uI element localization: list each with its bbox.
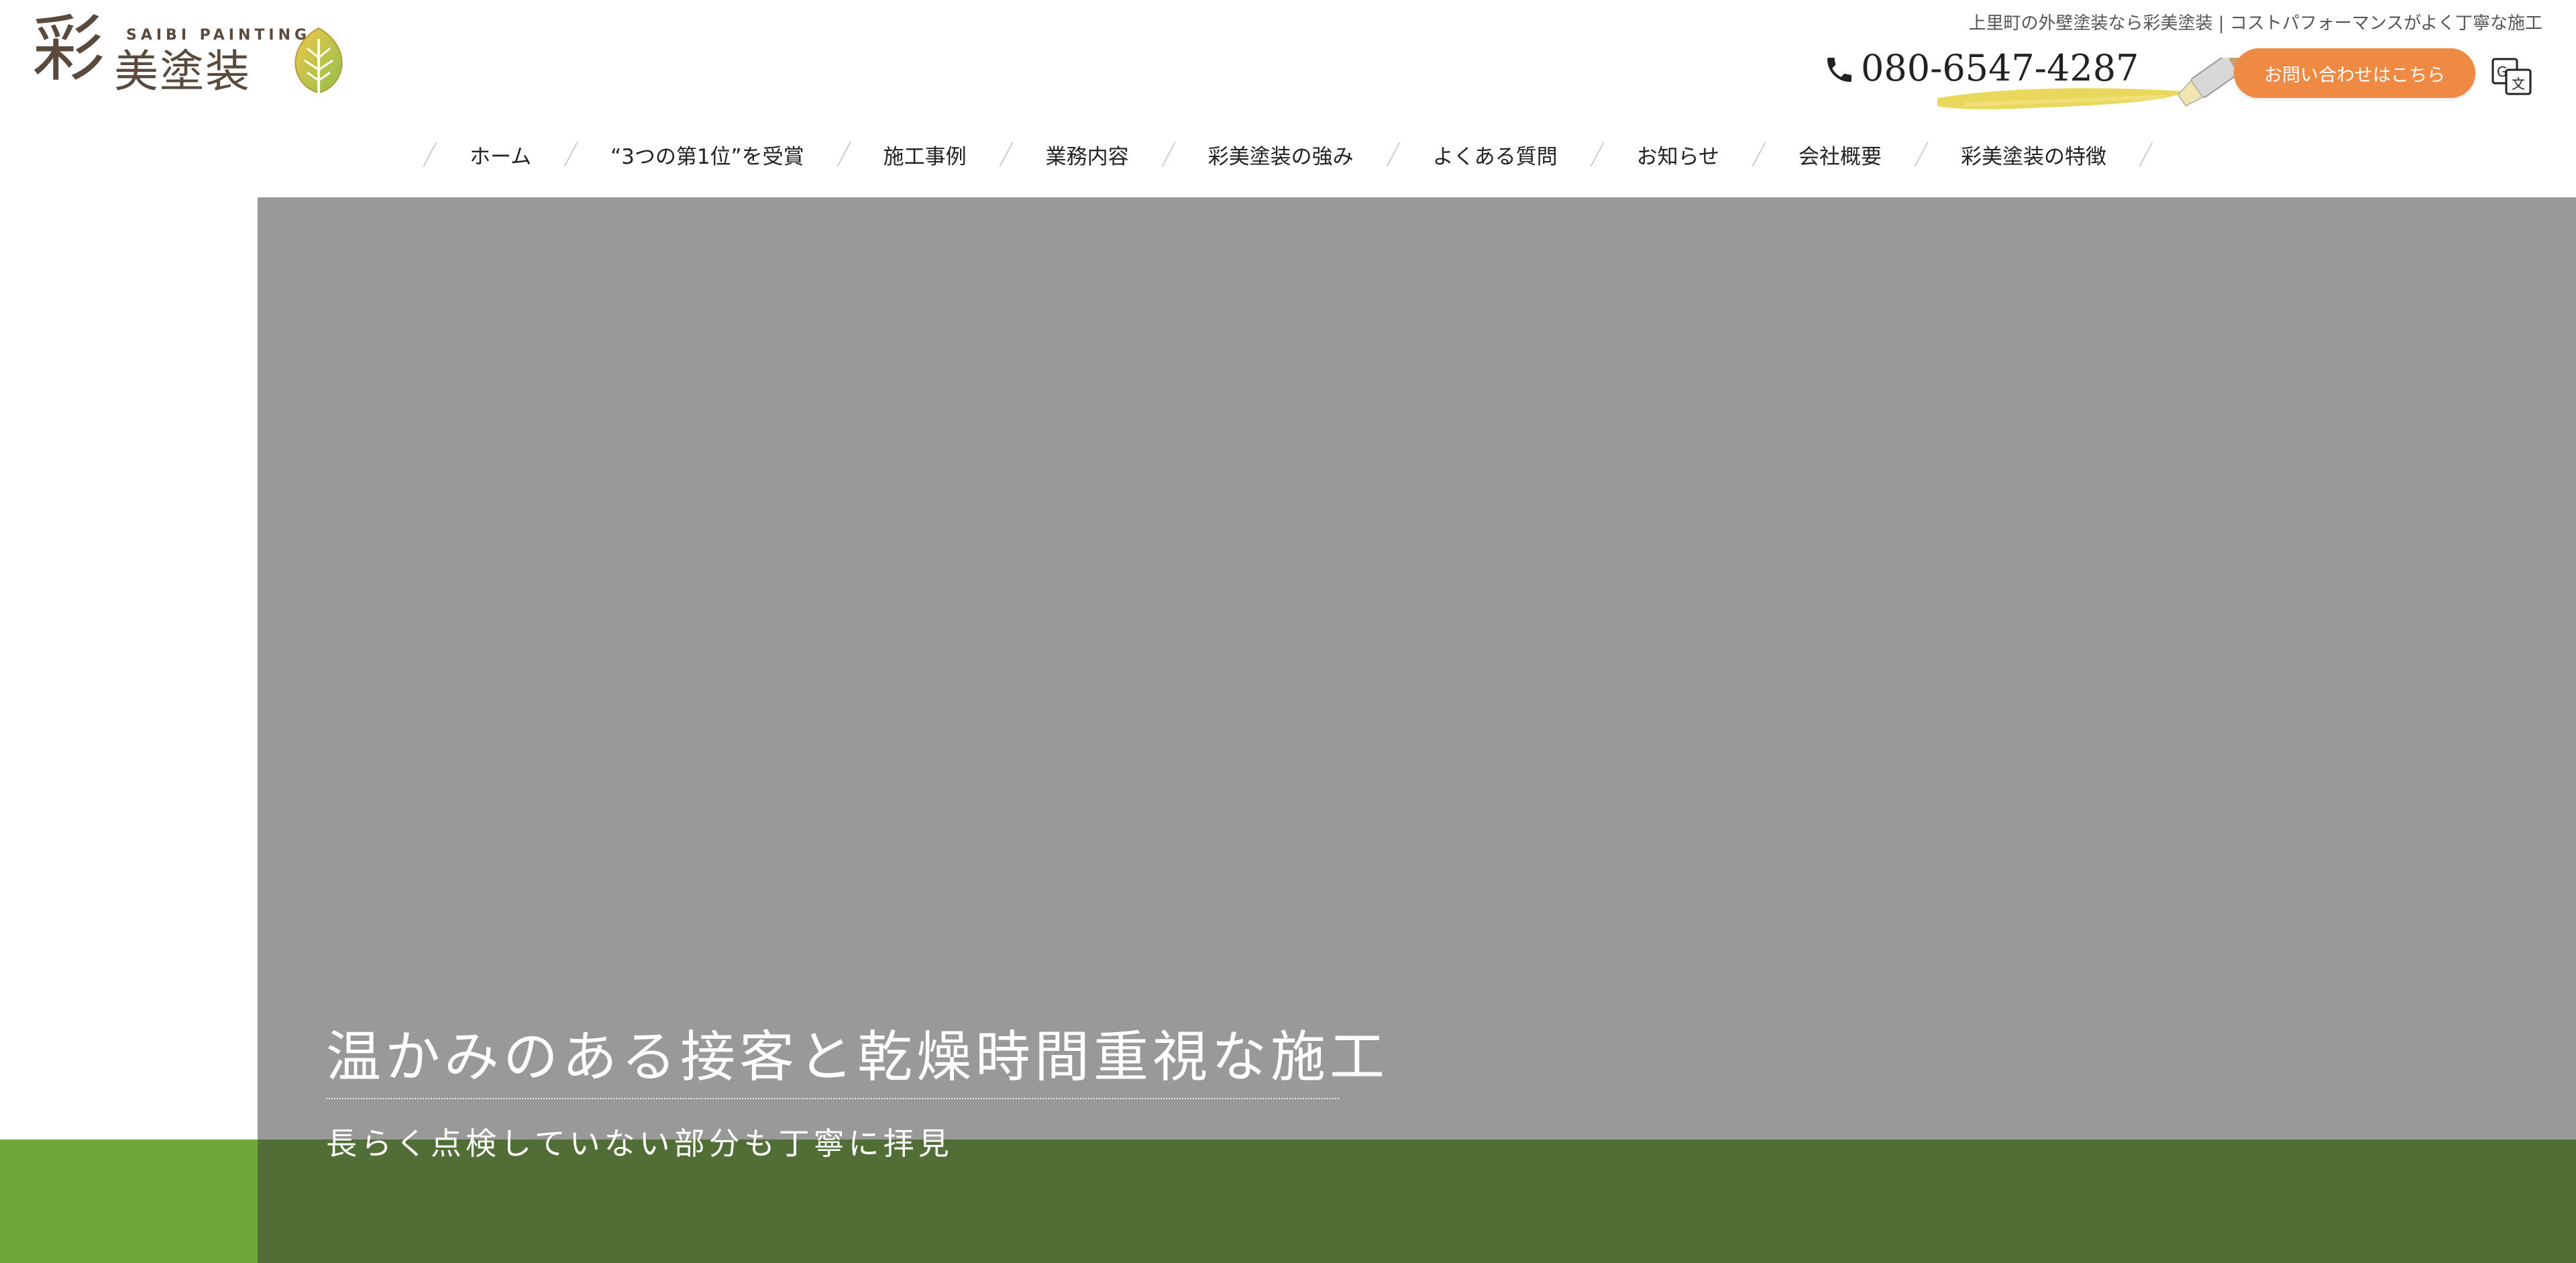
nav-item-faq[interactable]: よくある質問 — [1433, 140, 1558, 170]
nav-separator — [423, 142, 437, 166]
phone-icon — [1827, 58, 1851, 82]
main-nav: ホーム “3つの第1位”を受賞 施工事例 業務内容 彩美塗装の強み よくある質問… — [0, 134, 2576, 174]
nav-separator — [999, 142, 1014, 166]
nav-item-strengths[interactable]: 彩美塗装の強み — [1208, 140, 1354, 170]
svg-text:G: G — [2497, 64, 2508, 80]
hero-title: 温かみのある接客と乾燥時間重視な施工 — [326, 1025, 1389, 1089]
phone-number: 080-6547-4287 — [1861, 47, 2139, 89]
site-logo[interactable]: 彩 SAIBI PAINTING 美塗装 — [32, 13, 343, 97]
nav-item-features[interactable]: 彩美塗装の特徴 — [1961, 140, 2106, 170]
nav-item-services[interactable]: 業務内容 — [1046, 140, 1129, 170]
site-tagline: 上里町の外壁塗装なら彩美塗装 | コストパフォーマンスがよく丁寧な施工 — [1968, 13, 2542, 34]
leaf-icon — [294, 27, 343, 95]
nav-item-home[interactable]: ホーム — [470, 140, 531, 170]
contact-button[interactable]: お問い合わせはこちら — [2234, 48, 2475, 98]
nav-separator — [1386, 142, 1401, 166]
nav-separator — [1752, 142, 1766, 166]
nav-separator — [837, 142, 851, 166]
svg-text:文: 文 — [2512, 76, 2525, 92]
nav-separator — [1161, 142, 1176, 166]
nav-item-news[interactable]: お知らせ — [1637, 140, 1719, 170]
hero-divider — [326, 1098, 1339, 1099]
nav-separator — [1590, 142, 1605, 166]
hero-image: 温かみのある接客と乾燥時間重視な施工 長らく点検していない部分も丁寧に拝見 — [258, 197, 2576, 1263]
page: 彩 SAIBI PAINTING 美塗装 上里町の外壁塗装なら彩美塗装 | コス… — [0, 0, 2576, 1263]
phone-number-link[interactable]: 080-6547-4287 — [1823, 42, 2259, 109]
nav-item-company[interactable]: 会社概要 — [1799, 140, 1882, 170]
nav-separator — [1914, 142, 1929, 166]
nav-separator — [2139, 142, 2153, 166]
nav-separator — [564, 142, 578, 166]
logo-kanji-main: 彩 — [32, 7, 105, 91]
nav-item-awards[interactable]: “3つの第1位”を受賞 — [610, 140, 804, 170]
hero-subtitle: 長らく点検していない部分も丁寧に拝見 — [326, 1125, 953, 1162]
translate-icon[interactable]: G 文 — [2490, 55, 2533, 98]
nav-item-works[interactable]: 施工事例 — [883, 140, 967, 170]
logo-kanji-rest: 美塗装 — [114, 46, 251, 97]
